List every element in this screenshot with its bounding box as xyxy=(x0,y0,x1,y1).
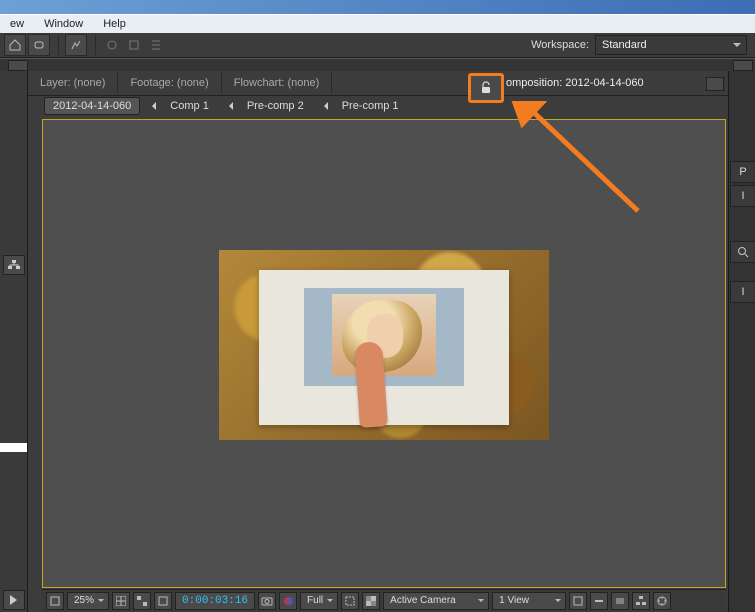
fast-previews-button[interactable] xyxy=(590,592,608,610)
tool-strip: Workspace: Standard xyxy=(0,33,755,58)
center-panel: Layer: (none) Footage: (none) Flowchart:… xyxy=(28,71,728,612)
tab-footage[interactable]: Footage: (none) xyxy=(118,72,221,94)
crumb-comp1[interactable]: Comp 1 xyxy=(162,98,217,114)
flowchart-icon[interactable] xyxy=(3,255,25,275)
pixel-aspect-button[interactable] xyxy=(569,592,587,610)
menu-window[interactable]: Window xyxy=(34,15,93,33)
right-tab-search-icon[interactable] xyxy=(730,241,755,263)
timecode-display[interactable]: 0:00:03:16 xyxy=(175,592,255,610)
mask-toggle[interactable] xyxy=(154,592,172,610)
play-button[interactable] xyxy=(3,590,25,610)
window-titlebar xyxy=(0,0,755,14)
timeline-button[interactable] xyxy=(611,592,629,610)
channel-button[interactable] xyxy=(279,592,297,610)
resolution-dropdown[interactable]: Full xyxy=(300,592,338,610)
tool-6[interactable] xyxy=(146,35,166,55)
left-rail-selection xyxy=(0,443,27,452)
roi-button[interactable] xyxy=(341,592,359,610)
thin-strip xyxy=(0,58,755,72)
views-dropdown[interactable]: 1 View xyxy=(492,592,566,610)
chevron-left-icon xyxy=(320,102,328,110)
workspace-selector[interactable]: Standard xyxy=(595,35,747,55)
tool-4[interactable] xyxy=(102,35,122,55)
crumb-root[interactable]: 2012-04-14-060 xyxy=(44,97,140,115)
grid-icon[interactable] xyxy=(133,592,151,610)
right-rail: P I I xyxy=(728,71,755,612)
crumb-precomp1[interactable]: Pre-comp 1 xyxy=(334,98,407,114)
snapshot-button[interactable] xyxy=(258,592,276,610)
thin-strip-left-btn[interactable] xyxy=(8,60,28,71)
composition-breadcrumb: 2012-04-14-060 Comp 1 Pre-comp 2 Pre-com… xyxy=(28,96,728,116)
camera-dropdown[interactable]: Active Camera xyxy=(383,592,489,610)
app-body: Workspace: Standard Layer: (none) Footag… xyxy=(0,33,755,612)
panel-tabs: Layer: (none) Footage: (none) Flowchart:… xyxy=(28,71,728,96)
tab-flowchart[interactable]: Flowchart: (none) xyxy=(222,72,333,94)
workspace-label: Workspace: xyxy=(531,39,589,51)
menu-view[interactable]: ew xyxy=(0,15,34,33)
right-tab-2[interactable]: I xyxy=(730,185,755,207)
lock-icon xyxy=(479,81,493,95)
tool-5[interactable] xyxy=(124,35,144,55)
right-tab-1[interactable]: P xyxy=(730,161,755,183)
view-controls: 25% 0:00:03:16 Full xyxy=(42,589,726,612)
composition-canvas xyxy=(219,250,549,440)
home-tool[interactable] xyxy=(4,34,26,56)
finger-pointer xyxy=(354,341,388,428)
panel-lock-toggle[interactable] xyxy=(468,73,504,103)
chevron-left-icon xyxy=(225,102,233,110)
crumb-precomp2[interactable]: Pre-comp 2 xyxy=(239,98,312,114)
tab-layer[interactable]: Layer: (none) xyxy=(28,72,118,94)
always-preview-toggle[interactable] xyxy=(46,592,64,610)
tab-composition[interactable]: omposition: 2012-04-14-060 xyxy=(506,71,644,95)
tool-3[interactable] xyxy=(65,34,87,56)
chevron-left-icon xyxy=(148,102,156,110)
thin-strip-right-btn[interactable] xyxy=(733,60,753,71)
left-rail xyxy=(0,71,28,612)
menubar: ew Window Help xyxy=(0,14,755,34)
right-tab-3[interactable]: I xyxy=(730,281,755,303)
menu-help[interactable]: Help xyxy=(93,15,136,33)
comp-flowchart-button[interactable] xyxy=(632,592,650,610)
panel-menu-button[interactable] xyxy=(706,77,724,91)
zoom-dropdown[interactable]: 25% xyxy=(67,592,109,610)
transparency-grid-icon[interactable] xyxy=(362,592,380,610)
resolution-icon[interactable] xyxy=(112,592,130,610)
exposure-reset[interactable] xyxy=(653,592,671,610)
link-tool[interactable] xyxy=(28,34,50,56)
composition-viewer[interactable] xyxy=(42,119,726,588)
